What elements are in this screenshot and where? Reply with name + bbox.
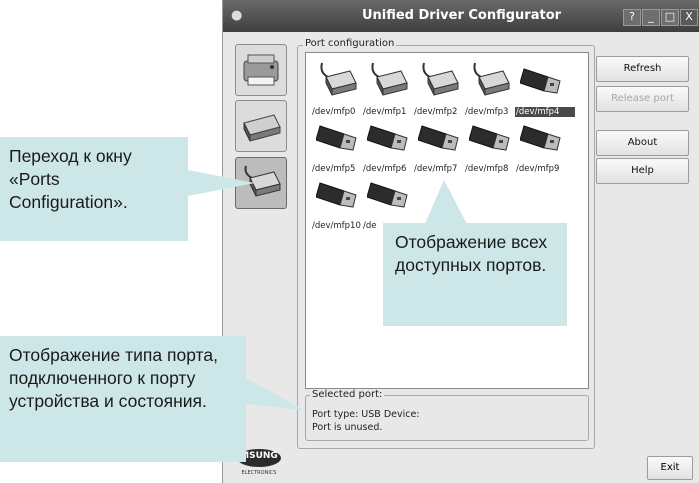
- ports-callout-pointer: [188, 170, 255, 196]
- ports-window-callout: Переход к окну «Ports Configuration».: [0, 137, 180, 241]
- all-ports-callout: Отображение всех доступных портов.: [383, 223, 567, 326]
- port-type-callout: Отображение типа порта, подключенного к …: [0, 336, 246, 462]
- ports-list-callout-pointer: [424, 180, 468, 226]
- port-type-callout-pointer: [246, 378, 304, 410]
